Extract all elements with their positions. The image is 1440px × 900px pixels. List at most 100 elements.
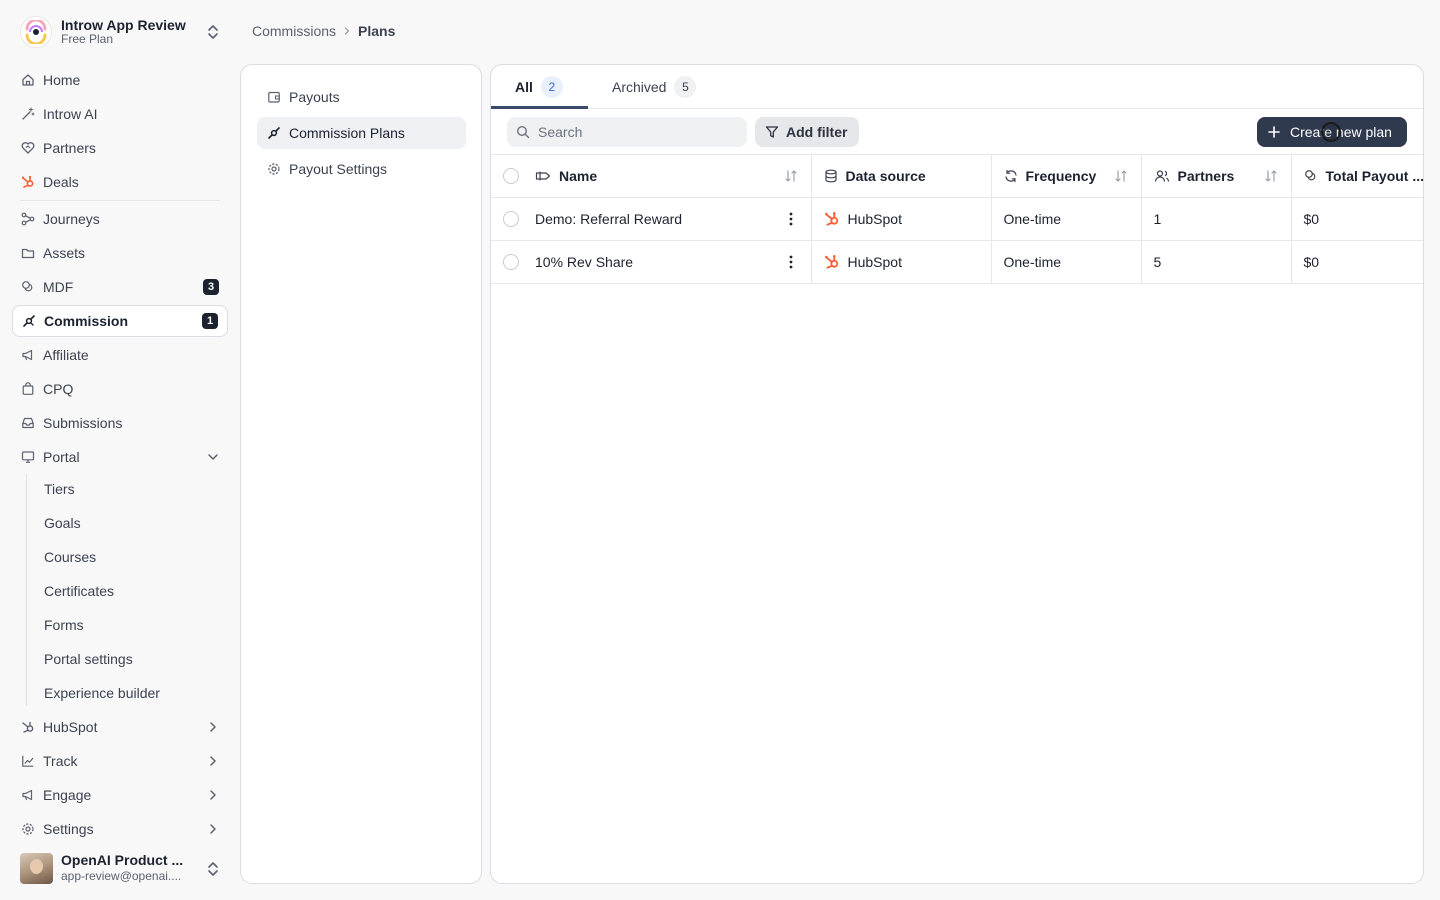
hubspot-icon [21, 175, 35, 189]
nav-item-deals[interactable]: Deals [12, 166, 228, 198]
nav-item-mdf[interactable]: MDF 3 [12, 271, 228, 303]
nav-group-settings[interactable]: Settings [12, 813, 228, 845]
tab-archived[interactable]: Archived 5 [612, 65, 697, 109]
search-box[interactable] [507, 117, 747, 147]
nav-group-engage[interactable]: Engage [12, 779, 228, 811]
nav-item-label: Affiliate [43, 347, 89, 363]
plans-panel: All 2 Archived 5 Add filter Create new p… [490, 64, 1424, 884]
nav-item-assets[interactable]: Assets [12, 237, 228, 269]
data-source-label: HubSpot [847, 254, 902, 270]
table-row[interactable]: 10% Rev Share HubSpot One-time 5 $0 [491, 240, 1423, 284]
row-checkbox[interactable] [503, 211, 519, 227]
cell-partners: 1 [1141, 197, 1292, 241]
row-checkbox[interactable] [503, 254, 519, 270]
chevron-down-icon [206, 450, 220, 464]
nav-item-portal[interactable]: Portal [12, 441, 228, 473]
nav-item-label: Home [43, 72, 81, 88]
refresh-icon [1004, 169, 1018, 183]
nav-item-journeys[interactable]: Journeys [12, 203, 228, 235]
sort-icon[interactable] [1114, 169, 1128, 183]
chevron-right-icon [206, 822, 220, 836]
cell-name[interactable]: 10% Rev Share [491, 240, 812, 284]
workspace-logo-icon [20, 16, 52, 48]
chevron-up-down-icon [206, 24, 220, 40]
portal-sub-forms[interactable]: Forms [44, 613, 84, 637]
more-options-icon[interactable] [789, 211, 793, 227]
create-new-plan-button[interactable]: Create new plan [1257, 117, 1407, 147]
chevron-right-icon [342, 26, 352, 36]
hubspot-icon [824, 254, 840, 270]
sort-icon[interactable] [784, 169, 798, 183]
column-header-partners[interactable]: Partners [1141, 155, 1292, 198]
cell-name[interactable]: Demo: Referral Reward [491, 197, 812, 241]
nav-item-label: HubSpot [43, 719, 98, 735]
sidebar: Introw App Review Free Plan Home Introw … [0, 0, 240, 900]
column-label: Data source [845, 168, 926, 184]
portal-sub-certificates[interactable]: Certificates [44, 579, 114, 603]
plus-icon [1268, 126, 1290, 138]
partners-value: 1 [1153, 211, 1162, 227]
submenu-label: Commission Plans [289, 125, 405, 141]
frequency-value: One-time [1003, 211, 1062, 227]
nav-item-commission[interactable]: Commission 1 [12, 305, 228, 337]
cell-data-source: HubSpot [811, 197, 992, 241]
megaphone-icon [21, 348, 35, 362]
nav-item-partners[interactable]: Partners [12, 132, 228, 164]
nav-item-label: Assets [43, 245, 86, 261]
coins-icon [1304, 169, 1318, 183]
magic-wand-icon [21, 107, 35, 121]
nav-item-cpq[interactable]: CPQ [12, 373, 228, 405]
user-menu[interactable]: OpenAI Product ... app-review@openai.... [20, 851, 226, 885]
database-icon [824, 169, 838, 183]
column-label: Name [559, 168, 598, 184]
nav-item-label: Track [43, 753, 78, 769]
more-options-icon[interactable] [789, 254, 793, 270]
table-header-row: Name Data source Frequency Partners Tota… [491, 155, 1423, 198]
home-icon [21, 73, 35, 87]
nav-group-track[interactable]: Track [12, 745, 228, 777]
commission-count-badge: 1 [202, 313, 218, 329]
column-header-name[interactable]: Name [491, 155, 812, 198]
avatar [20, 852, 53, 884]
plan-name: Demo: Referral Reward [535, 211, 683, 227]
add-filter-label: Add filter [786, 124, 848, 140]
portal-sub-courses[interactable]: Courses [44, 545, 96, 569]
submenu-commission-plans[interactable]: Commission Plans [257, 117, 466, 149]
select-all-checkbox[interactable] [503, 168, 519, 184]
chevron-right-icon [206, 720, 220, 734]
total-payout-value: $0 [1303, 211, 1320, 227]
nav-item-label: Portal [43, 449, 80, 465]
nav-item-label: Partners [43, 140, 96, 156]
tab-all[interactable]: All 2 [515, 65, 563, 109]
sort-icon[interactable] [1264, 169, 1278, 183]
tab-label: Archived [612, 79, 667, 95]
plan-name: 10% Rev Share [535, 254, 634, 270]
submenu-payouts[interactable]: Payouts [257, 81, 466, 113]
submenu-payout-settings[interactable]: Payout Settings [257, 153, 466, 185]
portal-sub-goals[interactable]: Goals [44, 511, 81, 535]
search-input[interactable] [538, 124, 738, 140]
search-icon [516, 125, 530, 139]
data-source-label: HubSpot [847, 211, 902, 227]
column-header-frequency[interactable]: Frequency [991, 155, 1142, 198]
nav-item-label: Introw AI [43, 106, 98, 122]
nav-item-introw-ai[interactable]: Introw AI [12, 98, 228, 130]
nav-item-home[interactable]: Home [12, 64, 228, 96]
commission-icon [267, 126, 281, 140]
submenu-label: Payouts [289, 89, 340, 105]
portal-sub-tiers[interactable]: Tiers [44, 477, 75, 501]
column-header-data-source[interactable]: Data source [811, 155, 992, 198]
nav-item-submissions[interactable]: Submissions [12, 407, 228, 439]
portal-sub-experience-builder[interactable]: Experience builder [44, 681, 160, 705]
commissions-submenu: Payouts Commission Plans Payout Settings [240, 64, 482, 884]
column-header-total-payout[interactable]: Total Payout ... [1291, 155, 1423, 198]
table-row[interactable]: Demo: Referral Reward HubSpot One-time 1… [491, 197, 1423, 241]
breadcrumb-parent[interactable]: Commissions [252, 23, 336, 39]
nav-item-label: MDF [43, 279, 74, 295]
portal-sub-portal-settings[interactable]: Portal settings [44, 647, 133, 671]
add-filter-button[interactable]: Add filter [755, 117, 859, 147]
nav-item-affiliate[interactable]: Affiliate [12, 339, 228, 371]
nav-group-hubspot[interactable]: HubSpot [12, 711, 228, 743]
workspace-switcher[interactable]: Introw App Review Free Plan [20, 15, 226, 49]
tag-icon [535, 169, 551, 183]
